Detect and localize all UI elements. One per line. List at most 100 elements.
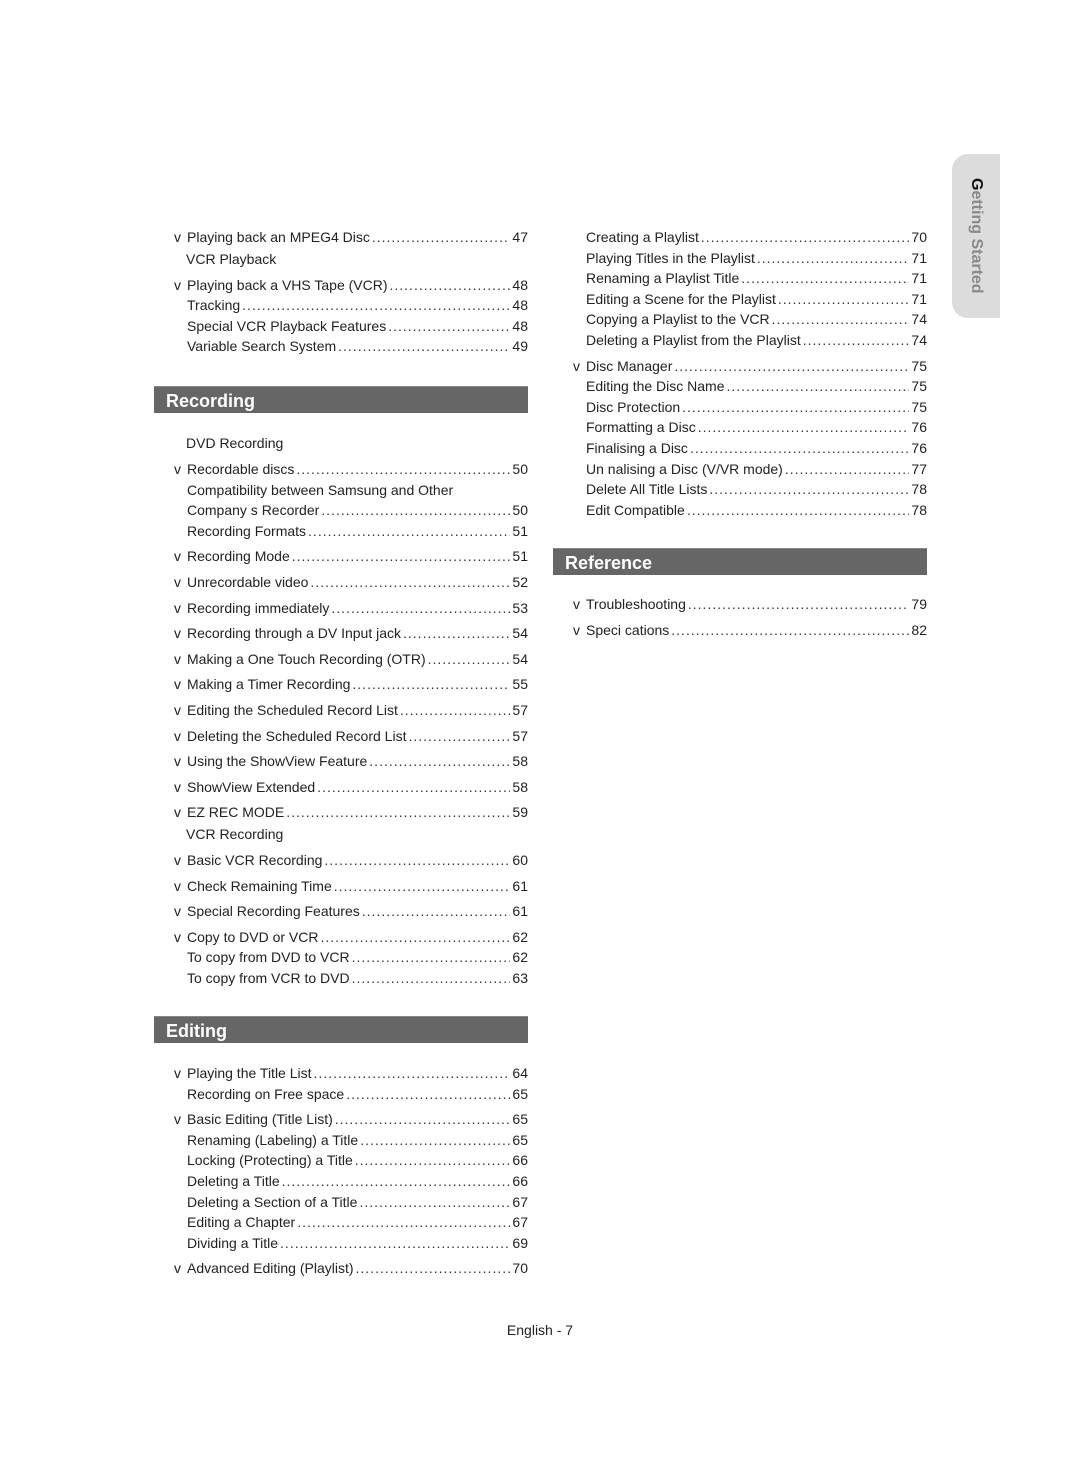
section-heading-recording: Recording xyxy=(154,386,528,413)
toc-entry[interactable]: v Playing the Title List 64 xyxy=(154,1063,528,1084)
dot-leader xyxy=(352,947,511,968)
toc-entry[interactable]: Deleting a Playlist from the Playlist 74 xyxy=(553,330,927,351)
toc-entry-page: 65 xyxy=(512,1085,528,1102)
toc-entry[interactable]: v Editing the Scheduled Record List 57 xyxy=(154,700,528,721)
toc-entry[interactable]: v Disc Manager 75 xyxy=(553,356,927,377)
toc-entry-page: 71 xyxy=(911,290,927,307)
toc-entry[interactable]: v Making a Timer Recording 55 xyxy=(154,674,528,695)
toc-entry[interactable]: v EZ REC MODE 59 xyxy=(154,802,528,823)
bullet-icon: v xyxy=(174,229,181,245)
toc-playlist-disc-block: Creating a Playlist 70 Playing Titles in t… xyxy=(553,227,927,520)
toc-entry[interactable]: v Recording Mode 51 xyxy=(154,546,528,567)
toc-entry[interactable]: Renaming a Playlist Title 71 xyxy=(553,268,927,289)
toc-entry[interactable]: Renaming (Labeling) a Title 65 xyxy=(154,1130,528,1151)
section-heading-editing: Editing xyxy=(154,1016,528,1043)
toc-entry[interactable]: Delete All Title Lists 78 xyxy=(553,479,927,500)
toc-entry[interactable]: Deleting a Title 66 xyxy=(154,1171,528,1192)
toc-entry[interactable]: To copy from DVD to VCR 62 xyxy=(154,947,528,968)
toc-entry[interactable]: Dividing a Title 69 xyxy=(154,1233,528,1254)
toc-entry[interactable]: Company s Recorder 50 xyxy=(154,500,528,521)
toc-entry-page: 50 xyxy=(512,502,528,519)
toc-entry[interactable]: v Basic Editing (Title List) 65 xyxy=(154,1109,528,1130)
toc-entry-title: ShowView Extended xyxy=(187,778,316,795)
bullet-icon: v xyxy=(174,650,181,667)
dot-leader xyxy=(709,479,909,500)
toc-entry[interactable]: v Special Recording Features 61 xyxy=(154,901,528,922)
toc-entry[interactable]: v Basic VCR Recording 60 xyxy=(154,850,528,871)
toc-entry[interactable]: Disc Protection 75 xyxy=(553,397,927,418)
toc-entry[interactable]: Formatting a Disc 76 xyxy=(553,417,927,438)
toc-entry[interactable]: Recording Formats 51 xyxy=(154,521,528,542)
toc-entry[interactable]: v Copy to DVD or VCR 62 xyxy=(154,927,528,948)
toc-entry-title: Deleting a Title xyxy=(187,1172,280,1189)
toc-entry[interactable]: Editing a Scene for the Playlist 71 xyxy=(553,289,927,310)
toc-entry[interactable]: v Advanced Editing (Playlist) 70 xyxy=(154,1258,528,1279)
toc-entry[interactable]: Creating a Playlist 70 xyxy=(553,227,927,248)
dot-leader xyxy=(690,438,909,459)
toc-entry[interactable]: v Recording immediately 53 xyxy=(154,598,528,619)
toc-entry[interactable]: Deleting a Section of a Title 67 xyxy=(154,1192,528,1213)
toc-entry-title: Playing the Title List xyxy=(187,1065,312,1081)
dot-leader xyxy=(400,700,511,721)
toc-entry[interactable]: To copy from VCR to DVD 63 xyxy=(154,968,528,989)
toc-entry-title: Formatting a Disc xyxy=(586,419,696,436)
toc-entry[interactable]: v Deleting the Scheduled Record List 57 xyxy=(154,726,528,747)
toc-entry-title: Copy to DVD or VCR xyxy=(187,928,319,945)
bullet-icon: v xyxy=(174,701,181,718)
toc-entry-title: Troubleshooting xyxy=(586,596,686,612)
toc-entry-page: 50 xyxy=(512,461,528,477)
dot-leader xyxy=(359,1192,510,1213)
bullet-icon: v xyxy=(174,804,181,821)
toc-editing-block: v Playing the Title List 64 Recording on Fr… xyxy=(154,1063,528,1279)
toc-entry[interactable]: v Making a One Touch Recording (OTR) 54 xyxy=(154,649,528,670)
toc-entry-title: Special VCR Playback Features xyxy=(187,317,387,334)
toc-entry-page: 59 xyxy=(512,804,528,821)
dot-leader xyxy=(428,649,511,670)
dot-leader xyxy=(362,901,511,922)
dot-leader xyxy=(701,227,910,248)
toc-entry[interactable]: Editing a Chapter 67 xyxy=(154,1212,528,1233)
toc-entry[interactable]: v ShowView Extended 58 xyxy=(154,777,528,798)
toc-entry[interactable]: Playing Titles in the Playlist 71 xyxy=(553,248,927,269)
toc-entry[interactable]: v Recording through a DV Input jack 54 xyxy=(154,623,528,644)
toc-entry-page: 69 xyxy=(512,1234,528,1251)
toc-entry[interactable]: v Using the ShowView Feature 58 xyxy=(154,751,528,772)
toc-entry[interactable]: Variable Search System 49 xyxy=(154,336,528,357)
bullet-icon: v xyxy=(174,778,181,795)
toc-entry[interactable]: Copying a Playlist to the VCR 74 xyxy=(553,309,927,330)
toc-entry[interactable]: Tracking 48 xyxy=(154,295,528,316)
toc-entry[interactable]: v Unrecordable video 52 xyxy=(154,572,528,593)
toc-entry-title: Disc Protection xyxy=(586,398,681,415)
toc-entry-page: 67 xyxy=(512,1193,528,1210)
toc-entry-title: Speci cations xyxy=(586,621,670,638)
toc-entry[interactable]: Editing the Disc Name 75 xyxy=(553,376,927,397)
toc-entry[interactable]: v Recordable discs 50 xyxy=(154,459,528,480)
toc-entry[interactable]: Special VCR Playback Features 48 xyxy=(154,316,528,337)
toc-entry[interactable]: Locking (Protecting) a Title 66 xyxy=(154,1150,528,1171)
toc-entry[interactable]: Edit Compatible 78 xyxy=(553,500,927,521)
toc-entry[interactable]: v Check Remaining Time 61 xyxy=(154,876,528,897)
toc-entry[interactable]: Recording on Free space 65 xyxy=(154,1084,528,1105)
bullet-icon: v xyxy=(174,753,181,770)
bullet-icon: v xyxy=(174,461,181,477)
toc-entry[interactable]: v Troubleshooting 79 xyxy=(553,594,927,615)
toc-entry-title: Recording Mode xyxy=(187,548,290,565)
toc-subheading: VCR Recording xyxy=(186,825,284,842)
toc-entry-page: 49 xyxy=(512,338,528,355)
dot-leader xyxy=(314,1063,511,1084)
bullet-icon: v xyxy=(174,599,181,616)
section-tab-getting-started[interactable]: Getting Started xyxy=(952,154,1000,318)
page-number: English - 7 xyxy=(506,1322,574,1338)
dot-leader xyxy=(297,1212,510,1233)
toc-entry-text: Compatibility between Samsung and Other xyxy=(154,480,528,501)
toc-entry[interactable]: v Playing back an MPEG4 Disc 47 xyxy=(154,227,528,248)
toc-entry[interactable]: v Playing back a VHS Tape (VCR) 48 xyxy=(154,275,528,296)
toc-entry[interactable]: Un nalising a Disc (V/VR mode) 77 xyxy=(553,459,927,480)
toc-entry-title: Copying a Playlist to the VCR xyxy=(586,311,770,328)
toc-entry-page: 74 xyxy=(911,331,927,348)
toc-entry[interactable]: v Speci cations 82 xyxy=(553,620,927,641)
toc-entry-page: 57 xyxy=(512,727,528,744)
toc-entry[interactable]: Finalising a Disc 76 xyxy=(553,438,927,459)
section-tab-label: Getting Started xyxy=(968,178,985,294)
toc-entry-page: 52 xyxy=(512,573,528,590)
